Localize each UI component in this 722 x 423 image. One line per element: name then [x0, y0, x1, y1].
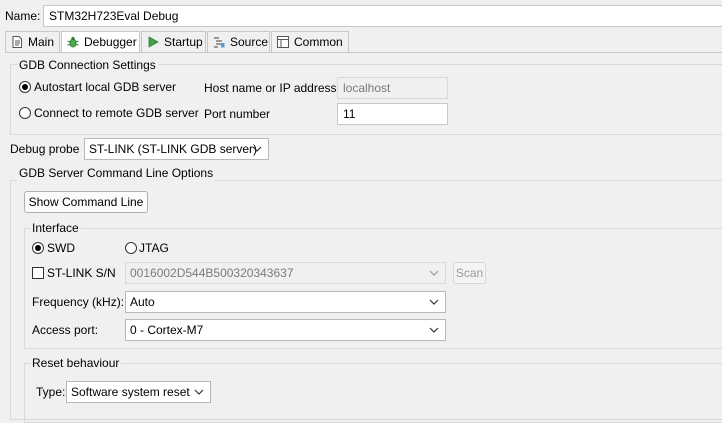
gdb-connection-title: GDB Connection Settings: [17, 57, 158, 73]
remote-label: Connect to remote GDB server: [34, 106, 199, 120]
stlink-sn-value: 0016002D544B500320343637: [130, 266, 294, 280]
jtag-label: JTAG: [139, 241, 169, 255]
interface-title: Interface: [30, 220, 81, 236]
name-label: Name:: [5, 9, 41, 23]
document-icon: [12, 36, 22, 48]
scan-button[interactable]: Scan: [453, 262, 486, 284]
tab-main[interactable]: Main: [5, 31, 60, 52]
stlink-sn-label: ST-LINK S/N: [47, 266, 116, 280]
tab-main-label: Main: [28, 35, 55, 49]
chevron-down-icon: [194, 389, 204, 395]
frequency-label: Frequency (kHz):: [32, 295, 125, 309]
frequency-select[interactable]: Auto: [125, 291, 446, 313]
stlink-sn-select[interactable]: 0016002D544B500320343637: [125, 262, 446, 284]
tab-common[interactable]: Common: [271, 31, 349, 52]
reset-type-value: Software system reset: [71, 385, 190, 399]
jtag-radio[interactable]: [125, 242, 137, 254]
tab-startup[interactable]: Startup: [141, 31, 206, 52]
access-port-select[interactable]: 0 - Cortex-M7: [125, 319, 446, 341]
port-label: Port number: [204, 107, 271, 121]
tab-common-label: Common: [294, 35, 343, 49]
swd-label: SWD: [47, 241, 75, 255]
tab-source-label: Source: [230, 35, 269, 49]
access-port-value: 0 - Cortex-M7: [130, 323, 204, 337]
reset-type-select[interactable]: Software system reset: [66, 381, 211, 403]
source-icon: [214, 37, 225, 48]
frequency-value: Auto: [130, 295, 155, 309]
tab-source[interactable]: Source: [207, 31, 270, 52]
chevron-down-icon: [429, 327, 439, 333]
host-input[interactable]: localhost: [337, 77, 448, 99]
reset-type-label: Type:: [36, 385, 66, 399]
chevron-down-icon: [429, 299, 439, 305]
debug-probe-select[interactable]: ST-LINK (ST-LINK GDB server): [84, 138, 269, 160]
debug-probe-value: ST-LINK (ST-LINK GDB server): [89, 142, 258, 156]
autostart-radio[interactable]: [19, 81, 31, 93]
bug-icon: [67, 36, 79, 48]
play-icon: [148, 36, 159, 48]
debug-probe-label: Debug probe: [10, 142, 80, 156]
show-command-line-button[interactable]: Show Command Line: [24, 191, 148, 213]
chevron-down-icon: [429, 270, 439, 276]
tab-startup-label: Startup: [164, 35, 203, 49]
reset-behaviour-title: Reset behaviour: [30, 355, 122, 371]
stlink-sn-checkbox[interactable]: [32, 267, 44, 279]
tab-debugger[interactable]: Debugger: [61, 31, 140, 53]
swd-radio[interactable]: [32, 242, 44, 254]
name-input[interactable]: STM32H723Eval Debug: [43, 5, 722, 27]
tab-divider: [5, 52, 722, 53]
access-port-label: Access port:: [32, 323, 99, 337]
common-icon: [277, 36, 289, 48]
remote-radio[interactable]: [19, 107, 31, 119]
gdb-server-options-title: GDB Server Command Line Options: [17, 165, 216, 181]
port-input[interactable]: 11: [337, 103, 448, 125]
chevron-down-icon: [252, 146, 262, 152]
autostart-label: Autostart local GDB server: [34, 80, 177, 94]
host-label: Host name or IP address: [204, 81, 337, 95]
tab-debugger-label: Debugger: [84, 35, 137, 49]
